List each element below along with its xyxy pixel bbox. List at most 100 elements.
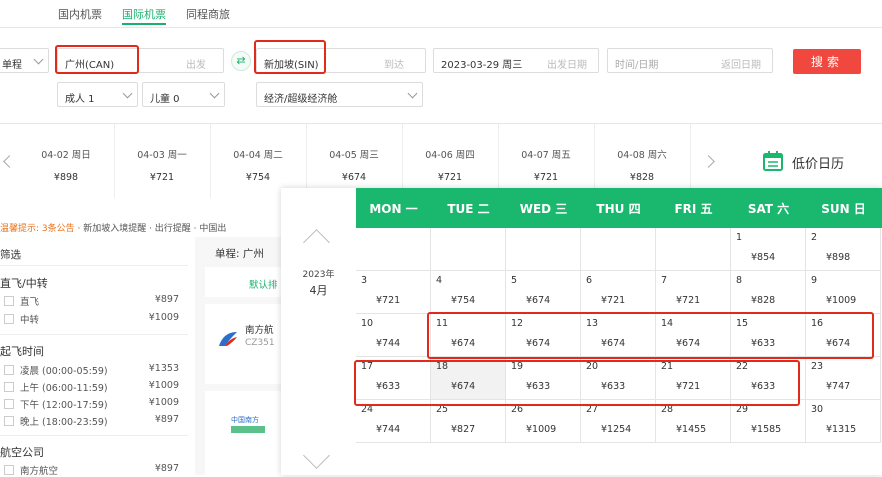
date-strip-price: ¥721 — [437, 172, 463, 183]
highlight-to — [254, 40, 326, 74]
calendar-day-cell[interactable]: 3 ¥721 — [356, 271, 431, 314]
calendar-day-cell[interactable]: 29 ¥1585 — [731, 400, 806, 443]
filter-option-direct[interactable]: 直飞 — [4, 294, 39, 308]
calendar-day-price: ¥721 — [676, 295, 701, 306]
cabin-select[interactable]: 经济/超级经济舱 — [256, 82, 423, 107]
active-tab-indicator — [122, 23, 166, 25]
filter-option-price: ¥897 — [154, 294, 179, 305]
calendar-day-cell[interactable]: 27 ¥1254 — [581, 400, 656, 443]
filter-option-afternoon[interactable]: 下午 (12:00-17:59) — [4, 397, 108, 411]
results-panel: 单程: 广州 默认排 南方航 CZ351 中国南方 — [195, 237, 285, 475]
date-strip-item[interactable]: 04-05 周三 ¥674 — [306, 124, 403, 198]
date-strip-item[interactable]: 04-04 周二 ¥754 — [210, 124, 307, 198]
chevron-up-icon[interactable] — [303, 229, 330, 256]
checkbox[interactable] — [4, 416, 14, 426]
filter-panel: 筛选 直飞/中转 直飞 ¥897 中转 ¥1009 起飞时间 凌晨 (00:00… — [0, 237, 195, 477]
checkbox[interactable] — [4, 399, 14, 409]
filter-option-price: ¥1009 — [148, 312, 179, 323]
search-button[interactable]: 搜索 — [793, 49, 861, 74]
calendar-day-cell[interactable]: 2 ¥898 — [806, 228, 881, 271]
filter-option-evening[interactable]: 晚上 (18:00-23:59) — [4, 414, 108, 428]
calendar-day-cell[interactable]: 23 ¥747 — [806, 357, 881, 400]
chevron-down-icon — [122, 88, 133, 99]
flight-card[interactable]: 中国南方 — [205, 391, 285, 475]
date-strip-price: ¥828 — [629, 172, 655, 183]
chevron-down-icon[interactable] — [303, 442, 330, 469]
date-strip-price: ¥674 — [341, 172, 367, 183]
calendar-day-cell[interactable]: 4 ¥754 — [431, 271, 506, 314]
calendar-day-price: ¥744 — [376, 338, 401, 349]
sort-bar[interactable]: 默认排 — [205, 267, 285, 297]
calendar-day-number: 3 — [361, 275, 368, 286]
filter-option-transfer[interactable]: 中转 — [4, 312, 39, 326]
calendar-day-cell[interactable]: 30 ¥1315 — [806, 400, 881, 443]
checkbox[interactable] — [4, 465, 14, 475]
calendar-month: 4月 — [309, 284, 328, 297]
date-strip-item[interactable]: 04-06 周四 ¥721 — [402, 124, 499, 198]
trip-type-select[interactable]: 单程 — [0, 48, 49, 73]
calendar-day-cell[interactable]: 26 ¥1009 — [506, 400, 581, 443]
cabin-value: 经济/超级经济舱 — [264, 94, 338, 105]
date-strip-item[interactable]: 04-08 周六 ¥828 — [594, 124, 691, 198]
highlight-week-cheap — [354, 360, 800, 406]
chevron-down-icon — [407, 88, 418, 99]
calendar-day-number: 1 — [736, 232, 743, 243]
calendar-empty-cell — [356, 228, 431, 271]
calendar-day-cell[interactable]: 7 ¥721 — [656, 271, 731, 314]
tab-domestic[interactable]: 国内机票 — [58, 6, 102, 22]
flight-number: CZ351 — [245, 338, 275, 348]
chevron-down-icon — [209, 88, 220, 99]
date-strip-item[interactable]: 04-07 周五 ¥721 — [498, 124, 595, 198]
return-date-input[interactable]: 时间/日期 返回日期 — [607, 48, 773, 73]
calendar-empty-cell — [581, 228, 656, 271]
date-strip-price: ¥754 — [245, 172, 271, 183]
date-strip-item[interactable]: 04-03 周一 ¥721 — [114, 124, 211, 198]
tab-business[interactable]: 同程商旅 — [186, 6, 230, 22]
calendar-day-cell[interactable]: 9 ¥1009 — [806, 271, 881, 314]
date-strip-price: ¥898 — [53, 172, 79, 183]
adults-value: 成人 1 — [65, 94, 95, 105]
date-strip-price: ¥721 — [533, 172, 559, 183]
sort-default: 默认排 — [249, 280, 278, 291]
calendar-day-cell[interactable]: 25 ¥827 — [431, 400, 506, 443]
chevron-right-icon[interactable] — [702, 155, 715, 168]
calendar-day-cell[interactable]: 10 ¥744 — [356, 314, 431, 357]
return-date-value: 时间/日期 — [615, 60, 659, 71]
depart-date-placeholder: 出发日期 — [547, 60, 587, 71]
depart-date-value: 2023-03-29 周三 — [441, 60, 523, 71]
notice-bar[interactable]: 温馨提示: 3条公告 · 新加坡入境提醒 · 出行提醒 · 中国出 — [0, 221, 226, 234]
calendar-day-number: 9 — [811, 275, 818, 286]
filter-option-dawn[interactable]: 凌晨 (00:00-05:59) — [4, 363, 108, 377]
depart-date-input[interactable]: 2023-03-29 周三 出发日期 — [433, 48, 599, 73]
divider — [0, 265, 188, 266]
calendar-day-price: ¥898 — [826, 252, 851, 263]
calendar-day-price: ¥754 — [451, 295, 476, 306]
calendar-day-price: ¥1315 — [826, 424, 857, 435]
date-strip-price: ¥721 — [149, 172, 175, 183]
calendar-day-cell[interactable]: 1 ¥854 — [731, 228, 806, 271]
checkbox[interactable] — [4, 296, 14, 306]
calendar-day-cell[interactable]: 28 ¥1455 — [656, 400, 731, 443]
tab-international[interactable]: 国际机票 — [122, 6, 166, 22]
calendar-day-price: ¥721 — [376, 295, 401, 306]
calendar-day-cell[interactable]: 5 ¥674 — [506, 271, 581, 314]
flight-card[interactable]: 南方航 CZ351 — [205, 304, 285, 384]
checkbox[interactable] — [4, 314, 14, 324]
checkbox[interactable] — [4, 365, 14, 375]
checkbox[interactable] — [4, 382, 14, 392]
calendar-icon — [763, 151, 783, 171]
filter-option-morning[interactable]: 上午 (06:00-11:59) — [4, 380, 108, 394]
calendar-day-cell[interactable]: 6 ¥721 — [581, 271, 656, 314]
calendar-day-cell[interactable]: 8 ¥828 — [731, 271, 806, 314]
calendar-day-cell[interactable]: 24 ¥744 — [356, 400, 431, 443]
chevron-left-icon[interactable] — [3, 155, 16, 168]
calendar-day-price: ¥674 — [526, 295, 551, 306]
swap-icon[interactable]: ⇄ — [231, 51, 251, 71]
calendar-day-price: ¥1009 — [526, 424, 557, 435]
adults-select[interactable]: 成人 1 — [57, 82, 138, 107]
children-select[interactable]: 儿童 0 — [142, 82, 225, 107]
calendar-empty-cell — [506, 228, 581, 271]
date-strip-date: 04-04 周二 — [233, 150, 283, 161]
weekday-label: TUE 二 — [447, 202, 490, 216]
date-strip-item[interactable]: 04-02 周日 ¥898 — [18, 124, 115, 198]
